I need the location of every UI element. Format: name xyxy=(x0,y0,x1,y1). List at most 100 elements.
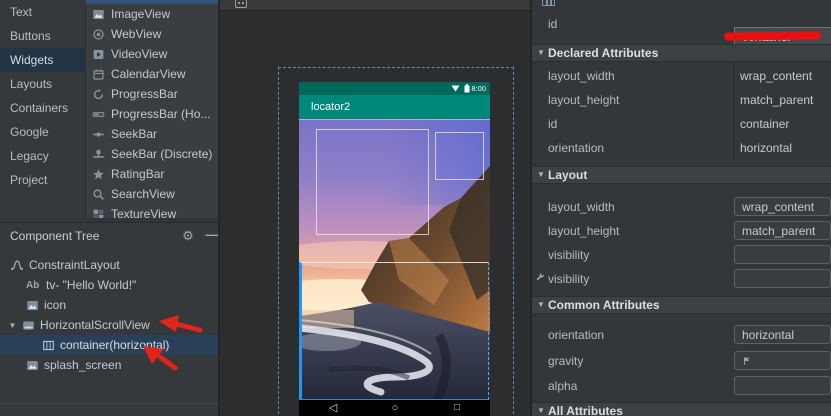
palette-divider xyxy=(85,0,86,218)
attr-value[interactable]: wrap_content xyxy=(740,69,812,83)
section-declared-attributes[interactable]: ▼ Declared Attributes xyxy=(532,44,831,62)
calendarview-icon xyxy=(92,68,105,81)
palette-category-google[interactable]: Google xyxy=(0,120,85,144)
palette-category-text[interactable]: Text xyxy=(0,0,85,24)
widget-label: ImageView xyxy=(111,7,170,21)
imageview-icon xyxy=(26,359,39,372)
collapse-icon: ▼ xyxy=(537,167,545,183)
widget-label: ProgressBar (Ho... xyxy=(111,107,210,121)
seekbar-discrete-icon xyxy=(92,148,105,161)
palette-widget-imageview[interactable]: ImageView xyxy=(85,4,218,24)
view-bounds-large[interactable] xyxy=(316,129,429,235)
collapse-icon: ▼ xyxy=(537,297,545,313)
attr-row: orientation horizontal xyxy=(532,136,831,160)
palette-widget-progressbar-horizontal[interactable]: ProgressBar (Ho... xyxy=(85,104,218,124)
flag-icon xyxy=(742,355,752,367)
constraint-layout-icon xyxy=(10,258,24,272)
chevron-down-icon[interactable]: ▼ xyxy=(8,321,17,330)
attr-row: gravity xyxy=(532,349,831,372)
palette-widget-videoview[interactable]: VideoView xyxy=(85,44,218,64)
section-all-attributes[interactable]: ▼ All Attributes xyxy=(532,402,831,416)
component-tree-header: Component Tree ⚙ — xyxy=(0,223,218,249)
palette-widget-calendarview[interactable]: CalendarView xyxy=(85,64,218,84)
videoview-icon xyxy=(92,48,105,61)
nav-back-icon[interactable]: ◁ xyxy=(325,400,341,416)
widget-label: VideoView xyxy=(111,47,167,61)
layout-height-dropdown[interactable]: match_parent xyxy=(734,221,831,240)
imageview-icon xyxy=(92,8,105,21)
webview-icon xyxy=(92,28,105,41)
attr-row: visibility xyxy=(532,243,831,266)
widget-label: SearchView xyxy=(111,187,175,201)
palette-category-widgets[interactable]: Widgets xyxy=(0,48,85,72)
tree-node-horizontalscrollview[interactable]: ▼ HorizontalScrollView xyxy=(0,315,226,335)
nav-home-icon[interactable]: ○ xyxy=(387,400,403,416)
tree-node-label: container(horizontal) xyxy=(60,338,169,352)
widget-label: RatingBar xyxy=(111,167,164,181)
component-type-icon xyxy=(542,0,556,6)
palette-category-legacy[interactable]: Legacy xyxy=(0,144,85,168)
palette-widget-seekbar[interactable]: SeekBar xyxy=(85,124,218,144)
linearlayout-horizontal-icon xyxy=(42,339,55,352)
horizontal-scrollview-icon xyxy=(22,319,35,332)
palette-widget-textureview[interactable]: TextureView xyxy=(85,204,218,218)
palette-widget-searchview[interactable]: SearchView xyxy=(85,184,218,204)
palette-widget-progressbar[interactable]: ProgressBar xyxy=(85,84,218,104)
gear-icon[interactable]: ⚙ xyxy=(180,223,196,249)
component-tree-title: Component Tree xyxy=(10,223,99,249)
tree-node-label: splash_screen xyxy=(44,358,121,372)
attr-label: id xyxy=(548,17,557,31)
widget-label: CalendarView xyxy=(111,67,186,81)
palette-category-project[interactable]: Project xyxy=(0,168,85,192)
alpha-input[interactable] xyxy=(734,376,831,395)
visibility-dropdown[interactable] xyxy=(734,245,831,264)
nav-recents-icon[interactable]: □ xyxy=(449,400,465,416)
tree-node-textview[interactable]: Ab tv- "Hello World!" xyxy=(0,275,244,295)
tools-visibility-dropdown[interactable] xyxy=(734,269,831,288)
gravity-flags-field[interactable] xyxy=(734,351,831,370)
wifi-icon xyxy=(451,85,460,92)
panel-separator xyxy=(0,403,218,404)
palette-category-containers[interactable]: Containers xyxy=(0,96,85,120)
attr-value[interactable]: horizontal xyxy=(740,141,792,155)
palette-category-buttons[interactable]: Buttons xyxy=(0,24,85,48)
attr-row: layout_width wrap_content xyxy=(532,64,831,88)
attr-row: visibility xyxy=(532,267,831,290)
tree-node-label: icon xyxy=(44,298,66,312)
view-bounds-small[interactable] xyxy=(435,132,484,180)
attr-value[interactable]: container xyxy=(740,117,789,131)
widget-label: SeekBar xyxy=(111,127,157,141)
collapse-icon: ▼ xyxy=(537,403,545,416)
layout-width-dropdown[interactable]: wrap_content xyxy=(734,197,831,216)
orientation-dropdown[interactable]: horizontal xyxy=(734,325,831,344)
selected-container-bounds[interactable] xyxy=(299,262,489,400)
attr-row: orientation horizontal xyxy=(532,323,831,346)
attr-row: layout_height match_parent xyxy=(532,219,831,242)
attributes-panel: id container ▼ Declared Attributes layou… xyxy=(530,0,831,416)
attr-row: alpha xyxy=(532,374,831,397)
section-common-attributes[interactable]: ▼ Common Attributes xyxy=(532,296,831,314)
widget-label: ProgressBar xyxy=(111,87,178,101)
attr-row: layout_width wrap_content xyxy=(532,195,831,218)
device-preview[interactable]: 8:00 locator2 xyxy=(299,82,490,416)
palette-widget-seekbar-discrete[interactable]: SeekBar (Discrete) xyxy=(85,144,218,164)
design-canvas: 8:00 locator2 xyxy=(218,0,532,416)
widget-label: WebView xyxy=(111,27,161,41)
tree-node-label: tv- "Hello World!" xyxy=(46,278,136,292)
red-marker-underline xyxy=(724,31,821,40)
status-time: 8:00 xyxy=(471,84,486,93)
palette-widget-ratingbar[interactable]: RatingBar xyxy=(85,164,218,184)
seekbar-icon xyxy=(92,128,105,141)
attr-row: id container xyxy=(532,112,831,136)
canvas-toolbar-strip xyxy=(220,0,532,11)
tree-node-icon[interactable]: icon xyxy=(0,295,244,315)
imageview-icon xyxy=(26,299,39,312)
preview-image-area[interactable] xyxy=(299,119,490,400)
section-layout[interactable]: ▼ Layout xyxy=(532,166,831,184)
palette-category-layouts[interactable]: Layouts xyxy=(0,72,85,96)
tree-node-constraintlayout[interactable]: ConstraintLayout xyxy=(0,255,228,275)
attr-value[interactable]: match_parent xyxy=(740,93,813,107)
battery-icon xyxy=(464,84,470,93)
tree-node-splash-screen[interactable]: splash_screen xyxy=(0,355,244,375)
palette-widget-webview[interactable]: WebView xyxy=(85,24,218,44)
